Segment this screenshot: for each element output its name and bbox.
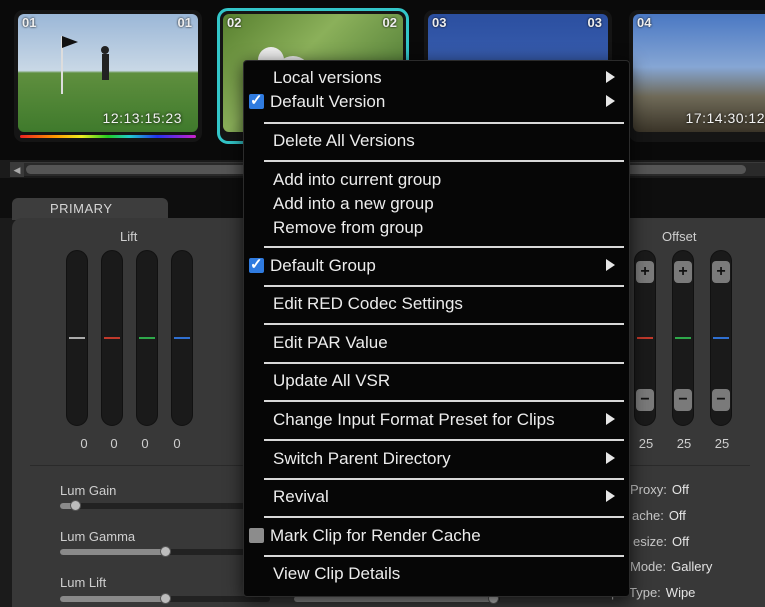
menu-item-update-vsr[interactable]: Update All VSR bbox=[273, 371, 390, 391]
plus-icon[interactable]: + bbox=[674, 261, 692, 283]
lum-gamma-slider[interactable] bbox=[60, 546, 270, 557]
resize-info: esize: Off bbox=[633, 534, 690, 549]
menu-item-label: Switch Parent Directory bbox=[273, 449, 451, 468]
menu-item-view-clip-details[interactable]: View Clip Details bbox=[273, 564, 400, 584]
lift-red-slider[interactable] bbox=[101, 250, 123, 426]
clip-track: 01 bbox=[177, 15, 192, 30]
lum-lift-label: Lum Lift bbox=[60, 575, 107, 590]
slider-knob[interactable] bbox=[160, 546, 171, 557]
menu-item-edit-red-codec[interactable]: Edit RED Codec Settings bbox=[273, 294, 463, 314]
offset-red-slider[interactable]: + − bbox=[634, 250, 656, 426]
mode-info: Mode: Gallery bbox=[630, 559, 713, 574]
lum-lift-slider[interactable] bbox=[60, 593, 270, 604]
menu-item-label: Change Input Format Preset for Clips bbox=[273, 410, 555, 429]
menu-item-label: Mark Clip for Render Cache bbox=[270, 526, 481, 545]
menu-separator bbox=[264, 122, 624, 124]
menu-item-default-group[interactable]: Default Group bbox=[249, 255, 623, 276]
lift-value: 0 bbox=[80, 436, 88, 451]
menu-separator bbox=[264, 160, 624, 162]
lum-gain-label: Lum Gain bbox=[60, 483, 117, 498]
clip-thumbnail-01[interactable]: 01 01 12:13:15:23 bbox=[14, 10, 202, 142]
slider-knob[interactable] bbox=[160, 593, 171, 604]
checkbox-checked-icon[interactable] bbox=[249, 255, 264, 273]
menu-item-edit-par[interactable]: Edit PAR Value bbox=[273, 333, 388, 353]
lum-gamma-label: Lum Gamma bbox=[60, 529, 136, 544]
submenu-arrow-icon bbox=[606, 71, 615, 83]
clip-thumbnail-04[interactable]: 04 17:14:30:12 bbox=[629, 10, 765, 142]
menu-separator bbox=[264, 323, 624, 325]
clip-number: 04 bbox=[637, 15, 652, 30]
submenu-arrow-icon bbox=[606, 413, 615, 425]
lift-blue-slider[interactable] bbox=[171, 250, 193, 426]
clip-timecode: 12:13:15:23 bbox=[102, 110, 182, 126]
menu-item-revival[interactable]: Revival bbox=[273, 487, 623, 507]
menu-separator bbox=[264, 362, 624, 364]
menu-separator bbox=[264, 246, 624, 248]
clip-number: 02 bbox=[227, 15, 242, 30]
cache-info: ache: Off bbox=[632, 508, 686, 523]
menu-item-default-version[interactable]: Default Version bbox=[249, 91, 623, 112]
lift-title: Lift bbox=[120, 229, 138, 244]
slider-knob[interactable] bbox=[70, 500, 81, 511]
menu-item-label: Default Version bbox=[270, 92, 386, 111]
lum-gain-slider[interactable] bbox=[60, 500, 270, 511]
menu-item-switch-parent-directory[interactable]: Switch Parent Directory bbox=[273, 449, 623, 469]
menu-separator bbox=[264, 285, 624, 287]
menu-item-delete-all-versions[interactable]: Delete All Versions bbox=[273, 131, 415, 151]
clip-track: 02 bbox=[382, 15, 397, 30]
submenu-arrow-icon bbox=[606, 452, 615, 464]
checkbox-unchecked-icon[interactable] bbox=[249, 528, 264, 543]
menu-separator bbox=[264, 516, 624, 518]
plus-icon[interactable]: + bbox=[636, 261, 654, 283]
submenu-arrow-icon bbox=[606, 259, 615, 271]
lift-green-slider[interactable] bbox=[136, 250, 158, 426]
lift-value: 0 bbox=[173, 436, 181, 451]
menu-item-label: Revival bbox=[273, 487, 329, 506]
lift-master-slider[interactable] bbox=[66, 250, 88, 426]
minus-icon[interactable]: − bbox=[712, 389, 730, 411]
menu-item-label: Default Group bbox=[270, 256, 376, 275]
offset-value: 25 bbox=[714, 436, 730, 451]
menu-item-label: Local versions bbox=[273, 68, 382, 87]
minus-icon[interactable]: − bbox=[674, 389, 692, 411]
checkbox-checked-icon[interactable] bbox=[249, 91, 264, 109]
lift-value: 0 bbox=[110, 436, 118, 451]
menu-separator bbox=[264, 555, 624, 557]
menu-item-change-input-format[interactable]: Change Input Format Preset for Clips bbox=[273, 410, 623, 430]
clip-number: 01 bbox=[22, 15, 37, 30]
menu-item-remove-group[interactable]: Remove from group bbox=[273, 218, 423, 238]
lift-value: 0 bbox=[141, 436, 149, 451]
clip-track: 03 bbox=[587, 15, 602, 30]
offset-green-slider[interactable]: + − bbox=[672, 250, 694, 426]
clip-number: 03 bbox=[432, 15, 447, 30]
tab-primary[interactable]: PRIMARY bbox=[12, 198, 168, 220]
menu-item-mark-clip-render-cache[interactable]: Mark Clip for Render Cache bbox=[249, 526, 481, 546]
menu-separator bbox=[264, 478, 624, 480]
proxy-info: Proxy: Off bbox=[630, 482, 689, 497]
offset-blue-slider[interactable]: + − bbox=[710, 250, 732, 426]
minus-icon[interactable]: − bbox=[636, 389, 654, 411]
clip-color-bar bbox=[20, 135, 196, 138]
plus-icon[interactable]: + bbox=[712, 261, 730, 283]
menu-separator bbox=[264, 400, 624, 402]
context-menu: Local versions Default Version Delete Al… bbox=[243, 60, 630, 597]
menu-item-add-current-group[interactable]: Add into current group bbox=[273, 170, 441, 190]
offset-value: 25 bbox=[638, 436, 654, 451]
offset-value: 25 bbox=[676, 436, 692, 451]
menu-item-local-versions[interactable]: Local versions bbox=[273, 68, 623, 88]
clip-timecode: 17:14:30:12 bbox=[685, 110, 765, 126]
menu-item-add-new-group[interactable]: Add into a new group bbox=[273, 194, 434, 214]
submenu-arrow-icon bbox=[606, 490, 615, 502]
submenu-arrow-icon bbox=[606, 95, 615, 107]
offset-title: Offset bbox=[662, 229, 697, 244]
scroll-left-icon[interactable]: ◀ bbox=[10, 163, 24, 177]
menu-separator bbox=[264, 439, 624, 441]
